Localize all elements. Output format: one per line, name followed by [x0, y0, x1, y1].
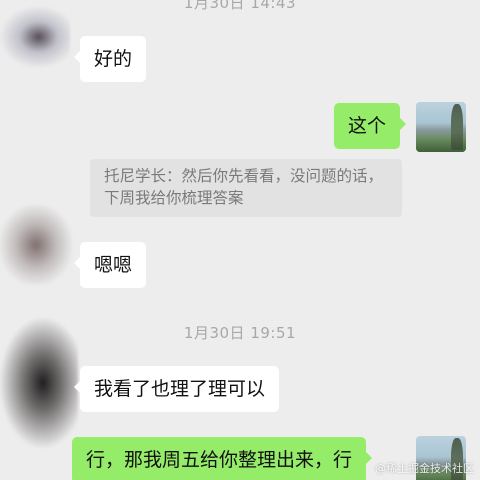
chat-area[interactable]: 1月30日 14:43 好的 这个 托尼学长：然后你先看看，没问题的话，下周我给…: [0, 0, 480, 480]
watermark: @稀土掘金技术社区: [375, 462, 474, 475]
contact-avatar[interactable]: [0, 6, 70, 68]
timestamp: 1月30日 14:43: [183, 0, 297, 12]
message-bubble-received[interactable]: 好的: [73, 36, 147, 82]
message-bubble-received[interactable]: 嗯嗯: [73, 242, 147, 288]
self-avatar[interactable]: [416, 102, 466, 152]
message-bubble-received[interactable]: 我看了也理了理可以: [73, 366, 280, 412]
quoted-message[interactable]: 托尼学长：然后你先看看，没问题的话，下周我给你梳理答案: [90, 159, 402, 217]
contact-avatar[interactable]: [0, 318, 78, 448]
message-bubble-sent[interactable]: 行，那我周五给你整理出来，行: [72, 437, 373, 480]
avatar-image-tree: [451, 104, 463, 150]
message-bubble-sent[interactable]: 这个: [333, 103, 407, 149]
contact-avatar[interactable]: [0, 205, 72, 285]
